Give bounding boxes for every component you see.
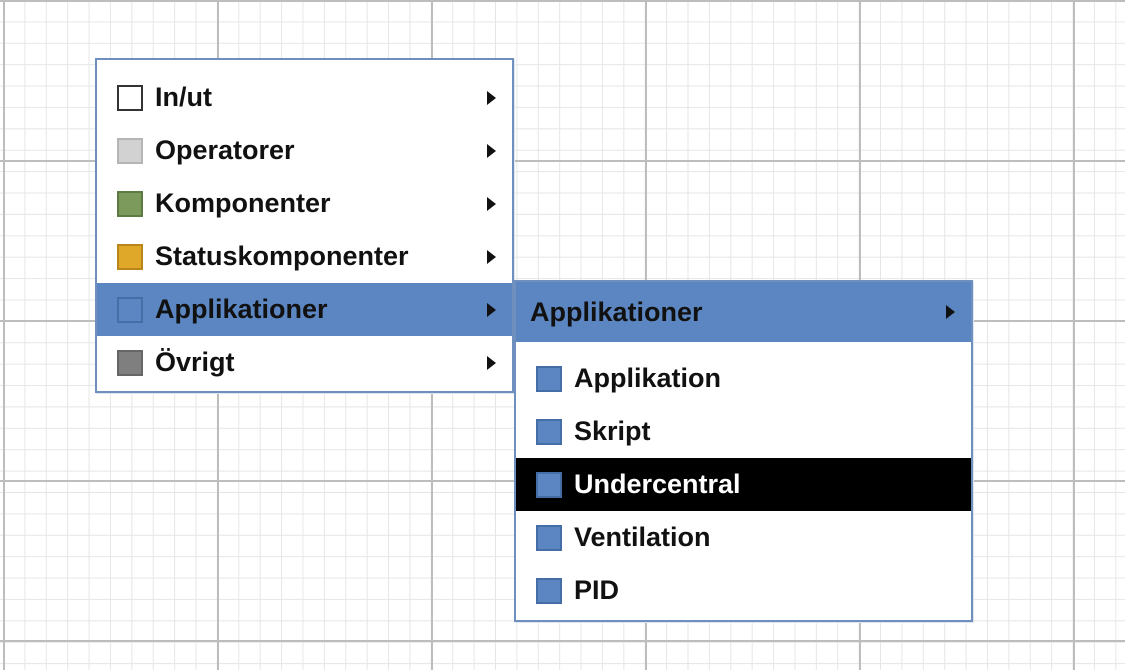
submenu-item-label: Undercentral: [574, 469, 741, 499]
menu-item-label: Övrigt: [155, 347, 235, 377]
submenu-arrow-icon: [487, 196, 496, 211]
submenu-header[interactable]: Applikationer: [516, 282, 971, 345]
submenu-header-label: Applikationer: [530, 296, 703, 327]
category-color-swatch-icon: [536, 365, 562, 392]
submenu-item-undercentral[interactable]: Undercentral: [516, 458, 971, 511]
menu-item-operatorer[interactable]: Operatorer: [97, 124, 512, 177]
category-color-swatch-icon: [536, 524, 562, 551]
menu-item-statuskomponenter[interactable]: Statuskomponenter: [97, 230, 512, 283]
submenu-arrow-icon: [487, 249, 496, 264]
submenu-item-applikation[interactable]: Applikation: [516, 352, 971, 405]
submenu-item-label: Applikation: [574, 363, 721, 393]
menu-item-in-ut[interactable]: In/ut: [97, 71, 512, 124]
category-color-swatch-icon: [117, 190, 143, 217]
submenu-list: Applikation Skript Undercentral Ventilat…: [516, 345, 971, 617]
category-color-swatch-icon: [117, 84, 143, 111]
menu-item-ovrigt[interactable]: Övrigt: [97, 336, 512, 389]
submenu-item-pid[interactable]: PID: [516, 564, 971, 617]
category-color-swatch-icon: [536, 471, 562, 498]
submenu-item-skript[interactable]: Skript: [516, 405, 971, 458]
menu-item-label: Komponenter: [155, 188, 331, 218]
menu-item-label: Applikationer: [155, 294, 328, 324]
category-color-swatch-icon: [117, 243, 143, 270]
submenu-item-label: Skript: [574, 416, 651, 446]
category-color-swatch-icon: [117, 137, 143, 164]
submenu-item-ventilation[interactable]: Ventilation: [516, 511, 971, 564]
submenu-item-label: Ventilation: [574, 522, 711, 552]
applikationer-submenu: Applikationer Applikation Skript Underce…: [514, 280, 973, 622]
menu-item-label: Statuskomponenter: [155, 241, 409, 271]
submenu-arrow-icon: [487, 143, 496, 158]
context-menu: In/ut Operatorer Komponenter Statuskompo…: [95, 58, 514, 393]
submenu-arrow-icon: [487, 355, 496, 370]
menu-item-komponenter[interactable]: Komponenter: [97, 177, 512, 230]
category-color-swatch-icon: [117, 296, 143, 323]
category-color-swatch-icon: [117, 349, 143, 376]
category-color-swatch-icon: [536, 418, 562, 445]
menu-item-applikationer[interactable]: Applikationer: [97, 283, 512, 336]
submenu-arrow-icon: [487, 302, 496, 317]
menu-item-label: In/ut: [155, 82, 212, 112]
menu-item-label: Operatorer: [155, 135, 295, 165]
category-color-swatch-icon: [536, 577, 562, 604]
submenu-arrow-icon: [946, 305, 955, 319]
submenu-arrow-icon: [487, 90, 496, 105]
submenu-item-label: PID: [574, 575, 620, 605]
